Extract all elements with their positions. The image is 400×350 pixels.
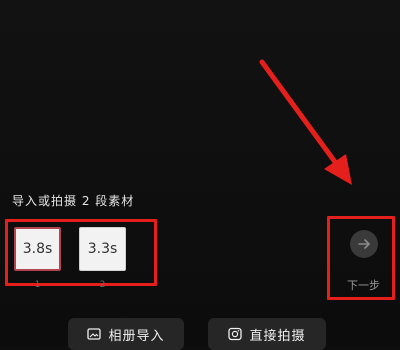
clip-index: 2 [99, 280, 106, 290]
next-label: 下一步 [347, 279, 380, 292]
album-import-button[interactable]: 相册导入 [68, 318, 184, 350]
clip-duration: 3.3s [87, 241, 118, 257]
direct-shoot-label: 直接拍摄 [249, 328, 306, 344]
clip-index: 1 [34, 280, 41, 290]
clip-slot-2[interactable]: 3.3s [79, 227, 126, 271]
image-icon [87, 327, 102, 341]
camera-icon [228, 327, 243, 341]
clip-slot-1[interactable]: 3.8s [14, 227, 61, 271]
next-button[interactable] [350, 230, 378, 258]
arrow-right-icon [358, 239, 370, 249]
album-import-label: 相册导入 [108, 328, 165, 344]
hint-text: 导入或拍摄 2 段素材 [12, 194, 135, 208]
direct-shoot-button[interactable]: 直接拍摄 [208, 318, 326, 350]
clip-duration: 3.8s [22, 241, 53, 257]
